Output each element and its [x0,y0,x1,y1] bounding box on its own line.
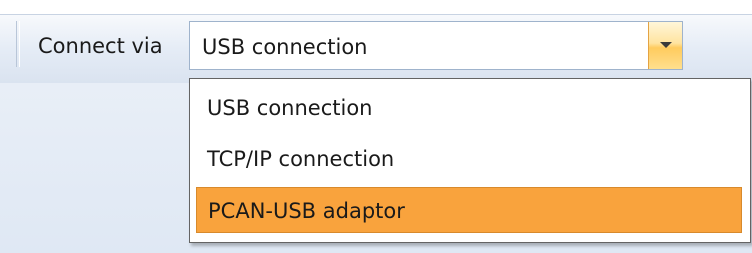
toolbar-grip[interactable] [16,21,20,67]
combobox-selected-value: USB connection [202,35,368,59]
option-tcpip-connection[interactable]: TCP/IP connection [196,136,742,182]
dropdown-toggle-button[interactable] [648,22,682,69]
option-pcan-usb-adaptor[interactable]: PCAN-USB adaptor [196,187,742,233]
connection-combobox[interactable]: USB connection [189,21,683,70]
chevron-down-icon [660,42,672,48]
dropdown-list: USB connection TCP/IP connection PCAN-US… [189,78,751,243]
connection-panel: Connect via USB connection USB connectio… [0,0,752,253]
option-usb-connection[interactable]: USB connection [196,85,742,131]
connect-via-label: Connect via [38,34,163,58]
